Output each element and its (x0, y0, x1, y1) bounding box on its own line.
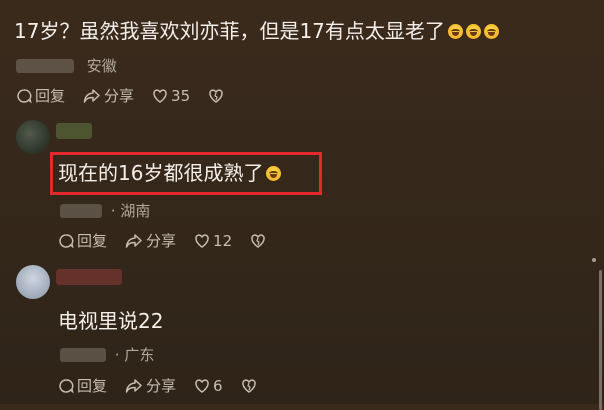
location-label: · 广东 (114, 346, 155, 364)
comment-actions: 回复 分享 12 (58, 230, 287, 251)
share-button[interactable]: 分享 (125, 375, 176, 396)
share-icon (125, 233, 142, 248)
like-count: 6 (213, 376, 223, 395)
comment-meta: · 广东 (60, 344, 154, 365)
blurred-username (60, 348, 106, 362)
reply-icon (59, 233, 74, 248)
blurred-username (16, 59, 74, 73)
comment-text: 现在的16岁都很成熟了 (58, 160, 282, 186)
reply-button[interactable]: 回复 (58, 375, 107, 396)
like-count: 35 (171, 86, 191, 105)
location-label: 安徽 (86, 57, 117, 75)
like-button[interactable]: 35 (152, 87, 190, 105)
avatar[interactable] (16, 265, 50, 299)
reply-icon (59, 378, 74, 393)
scrollbar[interactable] (599, 270, 602, 410)
like-button[interactable]: 12 (194, 232, 232, 250)
avatar[interactable] (16, 120, 50, 154)
more-dot-icon[interactable] (592, 258, 596, 262)
heart-icon (195, 378, 209, 393)
heart-icon (153, 88, 167, 103)
location-label: · 湖南 (110, 202, 151, 220)
laughing-tears-emoji-icon (465, 24, 481, 39)
dislike-button[interactable] (208, 88, 227, 104)
comment-text: 电视里说22 (58, 309, 164, 333)
comment-actions: 回复 分享 6 (58, 375, 278, 396)
heart-icon (195, 233, 209, 248)
laughing-tears-emoji-icon (483, 24, 499, 39)
blurred-username[interactable] (56, 269, 122, 285)
like-button[interactable]: 6 (194, 377, 223, 395)
laughing-tears-emoji-icon (447, 24, 463, 39)
reply-button[interactable]: 回复 (58, 230, 107, 251)
comment-meta: · 湖南 (60, 200, 150, 221)
share-button[interactable]: 分享 (125, 230, 176, 251)
share-button[interactable]: 分享 (83, 85, 134, 106)
blurred-username (60, 204, 102, 218)
comment-meta: 安徽 (16, 55, 117, 76)
comment-actions: 回复 分享 35 (16, 85, 245, 106)
broken-heart-icon (251, 233, 265, 248)
share-icon (83, 88, 100, 103)
dislike-button[interactable] (241, 378, 260, 394)
broken-heart-icon (209, 88, 223, 103)
broken-heart-icon (241, 378, 256, 393)
reply-icon (17, 88, 32, 103)
dislike-button[interactable] (250, 233, 269, 249)
reply-button[interactable]: 回复 (16, 85, 65, 106)
laughing-tears-emoji-icon (266, 166, 282, 181)
blurred-username[interactable] (56, 123, 92, 139)
comment-text: 17岁？虽然我喜欢刘亦菲，但是17有点太显老了 (14, 18, 499, 44)
like-count: 12 (213, 231, 233, 250)
share-icon (125, 378, 142, 393)
